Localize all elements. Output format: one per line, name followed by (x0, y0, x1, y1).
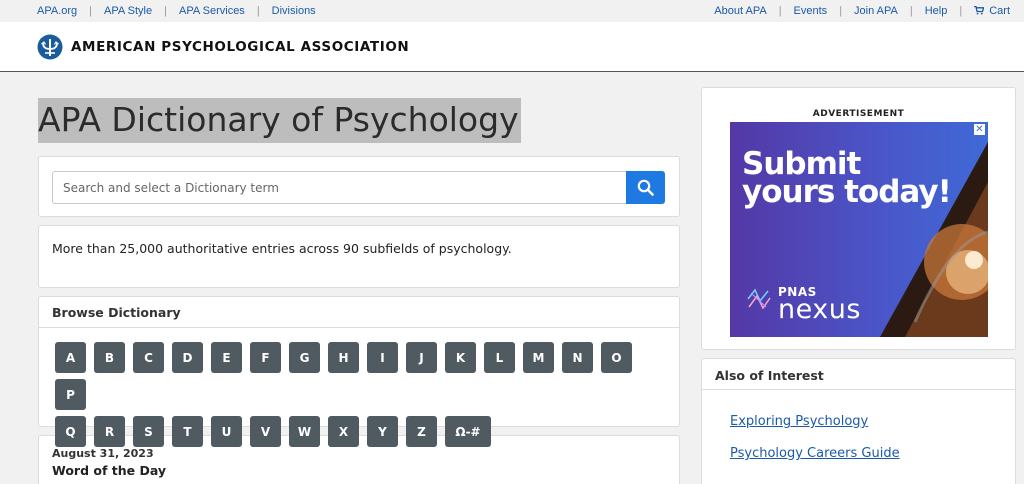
divider: | (959, 5, 963, 17)
close-ad-icon[interactable]: ✕ (974, 124, 985, 135)
ad-headline: Submit yours today! (742, 149, 952, 210)
page-title: APA Dictionary of Psychology (38, 98, 521, 143)
divider: | (256, 5, 260, 17)
search-card (38, 156, 680, 217)
divider: | (909, 5, 913, 17)
advertisement-card: ADVERTISEMENT ✕ Submit yours today! PNAS (701, 87, 1016, 350)
ad-brand-bottom: nexus (778, 294, 861, 325)
site-header: AMERICAN PSYCHOLOGICAL ASSOCIATION (0, 22, 1024, 72)
join-apa-link[interactable]: Join APA (854, 5, 898, 17)
letter-button-i[interactable]: I (367, 342, 398, 373)
divider: | (778, 5, 782, 17)
letter-button-s[interactable]: S (133, 416, 164, 447)
word-of-the-day-date: August 31, 2023 (52, 447, 154, 460)
apa-services-link[interactable]: APA Services (179, 5, 245, 17)
letter-button-t[interactable]: T (172, 416, 203, 447)
dictionary-search-input[interactable] (52, 171, 626, 204)
divider: | (89, 5, 93, 17)
intro-text: More than 25,000 authoritative entries a… (52, 241, 512, 256)
also-of-interest-heading: Also of Interest (702, 359, 1015, 390)
cart-link[interactable]: Cart (974, 5, 1010, 17)
letter-button-f[interactable]: F (250, 342, 281, 373)
word-of-the-day-heading: Word of the Day (52, 463, 167, 478)
search-button[interactable] (626, 171, 665, 204)
letter-button-z[interactable]: Z (406, 416, 437, 447)
letter-button-u[interactable]: U (211, 416, 242, 447)
letter-button-r[interactable]: R (94, 416, 125, 447)
help-link[interactable]: Help (925, 5, 948, 17)
cart-label: Cart (989, 5, 1010, 17)
apa-logo-icon[interactable] (37, 34, 63, 60)
letter-button-symbols[interactable]: Ω-# (445, 416, 491, 447)
divider: | (164, 5, 167, 17)
apa-org-link[interactable]: APA.org (37, 5, 77, 17)
search-icon (637, 179, 654, 196)
letter-button-m[interactable]: M (523, 342, 554, 373)
letter-button-w[interactable]: W (289, 416, 320, 447)
divider: | (839, 5, 843, 17)
letter-button-a[interactable]: A (55, 342, 86, 373)
utility-links-left: APA.org | APA Style | APA Services | Div… (37, 5, 316, 17)
letter-button-p[interactable]: P (55, 379, 86, 410)
letter-button-v[interactable]: V (250, 416, 281, 447)
letter-button-g[interactable]: G (289, 342, 320, 373)
letter-button-q[interactable]: Q (55, 416, 86, 447)
letter-button-c[interactable]: C (133, 342, 164, 373)
organization-name[interactable]: AMERICAN PSYCHOLOGICAL ASSOCIATION (71, 39, 409, 55)
utility-bar: APA.org | APA Style | APA Services | Div… (0, 0, 1024, 22)
letter-button-x[interactable]: X (328, 416, 359, 447)
advertisement-label: ADVERTISEMENT (812, 109, 905, 119)
also-of-interest-card: Also of Interest Exploring Psychology Ps… (701, 358, 1016, 484)
letter-button-l[interactable]: L (484, 342, 515, 373)
ad-headline-line-2: yours today! (742, 174, 952, 210)
psychology-careers-guide-link[interactable]: Psychology Careers Guide (730, 446, 1015, 461)
pnas-nexus-logo-icon (747, 288, 771, 310)
letter-button-n[interactable]: N (562, 342, 593, 373)
divisions-link[interactable]: Divisions (272, 5, 316, 17)
intro-card: More than 25,000 authoritative entries a… (38, 225, 680, 288)
letter-button-k[interactable]: K (445, 342, 476, 373)
letter-button-j[interactable]: J (406, 342, 437, 373)
letter-button-o[interactable]: O (601, 342, 632, 373)
utility-links-right: About APA | Events | Join APA | Help | C… (714, 5, 1010, 17)
apa-style-link[interactable]: APA Style (104, 5, 152, 17)
events-link[interactable]: Events (794, 5, 828, 17)
browse-dictionary-card: Browse Dictionary ABCDEFGHIJKLMNO PQRSTUV… (38, 296, 680, 447)
letter-button-y[interactable]: Y (367, 416, 398, 447)
sidebar: ADVERTISEMENT ✕ Submit yours today! PNAS (701, 87, 1016, 484)
letter-button-h[interactable]: H (328, 342, 359, 373)
letter-button-d[interactable]: D (172, 342, 203, 373)
letter-button-e[interactable]: E (211, 342, 242, 373)
about-apa-link[interactable]: About APA (714, 5, 766, 17)
exploring-psychology-link[interactable]: Exploring Psychology (730, 414, 1015, 429)
letter-button-b[interactable]: B (94, 342, 125, 373)
cart-icon (974, 6, 985, 15)
advertisement-banner[interactable]: ✕ Submit yours today! PNAS nexus (730, 122, 988, 337)
browse-heading: Browse Dictionary (39, 297, 679, 328)
main-content: APA Dictionary of Psychology More than 2… (38, 98, 680, 484)
